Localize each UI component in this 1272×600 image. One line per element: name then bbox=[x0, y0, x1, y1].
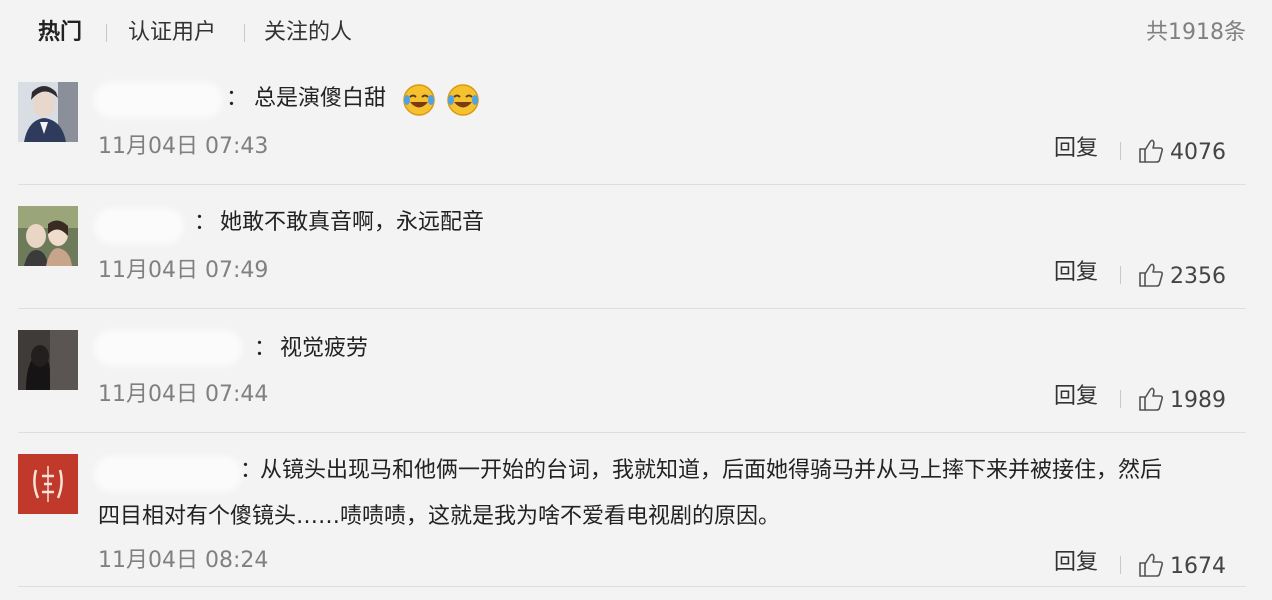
thumbs-up-icon[interactable] bbox=[1138, 138, 1164, 164]
tab-hot[interactable]: 热门 bbox=[38, 18, 82, 48]
colon: ： bbox=[226, 86, 249, 111]
colon: ： bbox=[240, 458, 263, 483]
action-divider bbox=[1120, 142, 1121, 160]
thumbs-up-icon[interactable] bbox=[1138, 386, 1164, 412]
tab-verified-users[interactable]: 认证用户 bbox=[128, 18, 216, 48]
username-blurred[interactable] bbox=[98, 334, 238, 362]
username-blurred[interactable] bbox=[98, 212, 180, 240]
colon: ： bbox=[254, 336, 277, 361]
comment-time: 11月04日 07:43 bbox=[98, 134, 269, 159]
avatar[interactable] bbox=[18, 454, 78, 514]
reply-button[interactable]: 回复 bbox=[1054, 548, 1098, 578]
thumbs-up-icon[interactable] bbox=[1138, 262, 1164, 288]
comment-item: ： 视觉疲劳 11月04日 07:44 回复 1989 bbox=[18, 330, 1246, 433]
tab-following[interactable]: 关注的人 bbox=[264, 18, 352, 48]
comment-text: 她敢不敢真音啊，永远配音 bbox=[220, 210, 485, 235]
action-divider bbox=[1120, 266, 1121, 284]
comment-text: 总是演傻白甜 bbox=[254, 86, 387, 111]
avatar[interactable] bbox=[18, 206, 78, 266]
comment-item: ： 总是演傻白甜 11月04日 07:43 回复 4076 bbox=[18, 82, 1246, 185]
comment-time: 11月04日 08:24 bbox=[98, 548, 269, 573]
reply-button[interactable]: 回复 bbox=[1054, 258, 1098, 288]
comment-time: 11月04日 07:49 bbox=[98, 258, 269, 283]
laugh-cry-emoji bbox=[447, 84, 479, 116]
comment-text: 视觉疲劳 bbox=[280, 336, 369, 361]
thumbs-up-icon[interactable] bbox=[1138, 552, 1164, 578]
reply-button[interactable]: 回复 bbox=[1054, 134, 1098, 164]
laugh-cry-emoji bbox=[403, 84, 435, 116]
like-count: 2356 bbox=[1170, 264, 1226, 289]
avatar[interactable] bbox=[18, 82, 78, 142]
like-count: 4076 bbox=[1170, 140, 1226, 165]
comment-total-count: 共1918条 bbox=[1146, 20, 1246, 45]
username-blurred[interactable] bbox=[98, 460, 238, 488]
comment-item: ： 从镜头出现马和他俩一开始的台词，我就知道，后面她得骑马并从马上摔下来并被接住… bbox=[18, 454, 1246, 587]
like-count: 1989 bbox=[1170, 388, 1226, 413]
action-divider bbox=[1120, 390, 1121, 408]
comment-tabs: 热门 认证用户 关注的人 共1918条 bbox=[0, 0, 1272, 66]
comment-text-continued: 四目相对有个傻镜头……啧啧啧，这就是我为啥不爱看电视剧的原因。 bbox=[98, 504, 781, 529]
username-blurred[interactable] bbox=[98, 86, 218, 114]
reply-button[interactable]: 回复 bbox=[1054, 382, 1098, 412]
tab-divider bbox=[106, 24, 107, 42]
like-count: 1674 bbox=[1170, 554, 1226, 579]
action-divider bbox=[1120, 556, 1121, 574]
avatar[interactable] bbox=[18, 330, 78, 390]
comment-text: 从镜头出现马和他俩一开始的台词，我就知道，后面她得骑马并从马上摔下来并被接住，然… bbox=[260, 458, 1163, 483]
comment-item: ： 她敢不敢真音啊，永远配音 11月04日 07:49 回复 2356 bbox=[18, 206, 1246, 309]
colon: ： bbox=[194, 210, 217, 235]
tab-divider bbox=[244, 24, 245, 42]
comment-time: 11月04日 07:44 bbox=[98, 382, 269, 407]
